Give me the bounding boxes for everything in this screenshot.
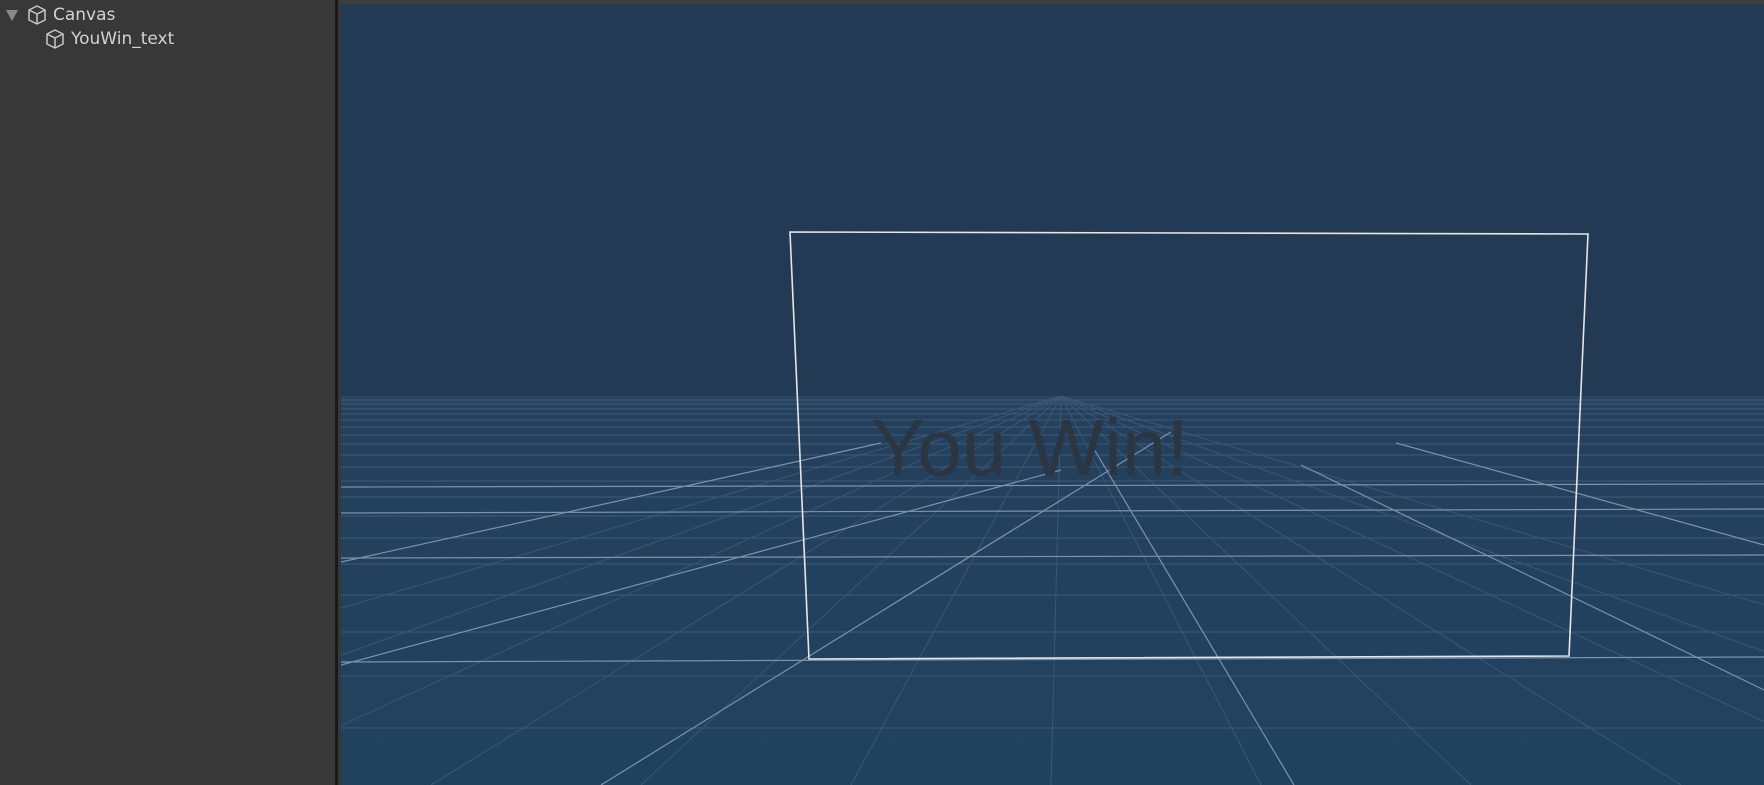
scene-viewport[interactable]: You Win! — [341, 0, 1764, 785]
gameobject-cube-icon — [44, 28, 66, 50]
scene-view[interactable]: You Win! — [341, 0, 1764, 785]
hierarchy-item-label: YouWin_text — [71, 29, 175, 49]
expand-arrow-icon[interactable] — [6, 9, 18, 21]
hierarchy-item-canvas[interactable]: Canvas — [6, 4, 115, 26]
hierarchy-panel: Canvas YouWin_text — [0, 0, 338, 785]
hierarchy-item-youwin-text[interactable]: YouWin_text — [44, 28, 174, 50]
hierarchy-item-label: Canvas — [53, 5, 116, 25]
editor-window: Canvas YouWin_text You Win! — [0, 0, 1764, 785]
you-win-text[interactable]: You Win! — [871, 403, 1188, 492]
gameobject-cube-icon — [26, 4, 48, 26]
